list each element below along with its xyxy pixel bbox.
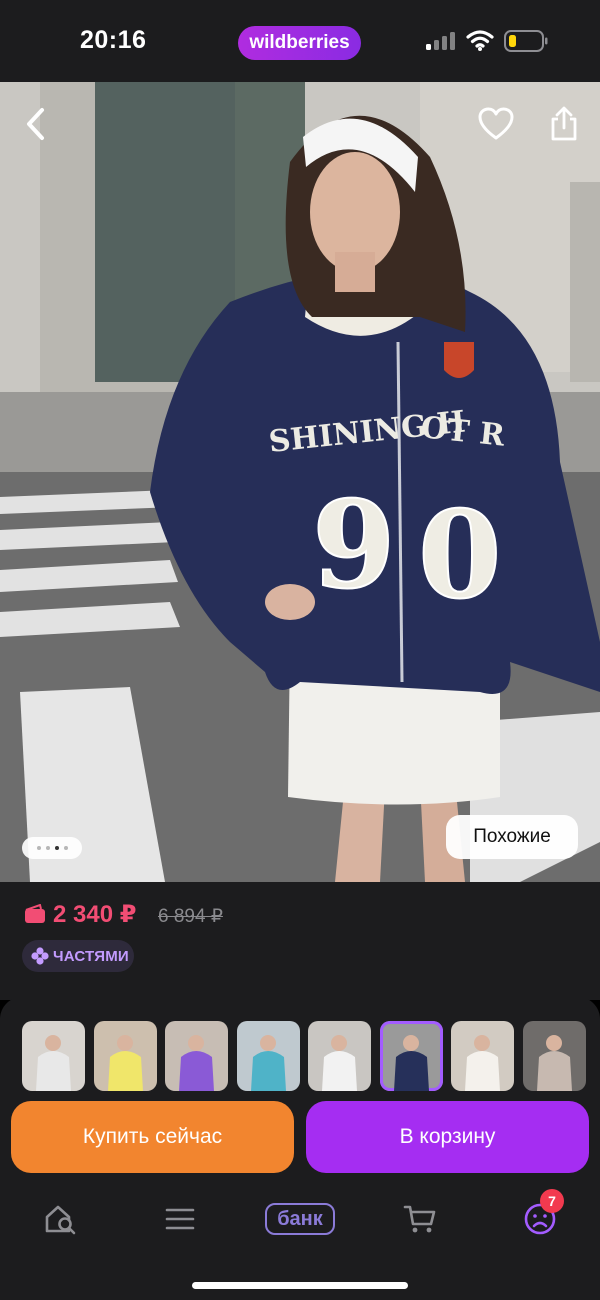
price-block: 2 340 ₽ 6 894 ₽ ЧАСТЯМИ — [0, 882, 600, 1000]
variant-thumbnails[interactable] — [22, 1021, 600, 1091]
profile-notification-badge: 7 — [540, 1189, 564, 1213]
installments-icon — [31, 947, 49, 965]
share-button[interactable] — [542, 102, 586, 146]
variant-thumbnail-selected[interactable] — [379, 1021, 443, 1091]
buy-now-button[interactable]: Купить сейчас — [11, 1101, 294, 1173]
thumbnail-image — [465, 1035, 500, 1091]
thumbnail-image — [393, 1035, 429, 1091]
catalog-menu-icon — [165, 1208, 195, 1230]
status-time: 20:16 — [80, 26, 147, 54]
variant-thumbnail[interactable] — [236, 1021, 300, 1091]
cart-icon — [403, 1205, 436, 1233]
pager-dot — [45, 846, 50, 850]
thumbnail-image — [36, 1035, 71, 1091]
variant-thumbnail[interactable] — [308, 1021, 371, 1091]
pager-dot — [36, 846, 41, 850]
variant-thumbnail[interactable] — [522, 1021, 586, 1091]
variant-thumbnail[interactable] — [451, 1021, 514, 1091]
share-icon — [551, 106, 577, 141]
tab-home[interactable] — [38, 1189, 82, 1249]
thumbnail-image — [179, 1035, 214, 1091]
image-pager[interactable] — [22, 837, 82, 859]
tab-catalog[interactable] — [158, 1189, 202, 1249]
tab-cart[interactable] — [398, 1189, 442, 1249]
current-price: 2 340 ₽ — [53, 901, 137, 928]
add-to-cart-button[interactable]: В корзину — [306, 1101, 589, 1173]
wallet-icon — [25, 904, 45, 923]
pager-dot-active — [54, 846, 59, 850]
product-image[interactable]: SHINING H OT R 9 0 Похожие — [0, 82, 600, 882]
tab-bar: банк 7 — [0, 1189, 600, 1249]
installments-label: ЧАСТЯМИ — [53, 947, 129, 965]
wifi-icon — [466, 30, 494, 51]
thumbnail-image — [322, 1035, 357, 1091]
thumbnail-image — [536, 1035, 572, 1091]
home-search-icon — [45, 1205, 76, 1235]
thumbnail-image — [250, 1035, 286, 1091]
svg-text:9: 9 — [312, 475, 396, 616]
old-price: 6 894 ₽ — [158, 906, 223, 927]
variant-thumbnail[interactable] — [93, 1021, 157, 1091]
thumbnail-image — [107, 1035, 143, 1091]
brand-pill: wildberries — [238, 26, 361, 60]
battery-low-icon — [504, 30, 548, 52]
bottom-sheet: Купить сейчас В корзину банк 7 — [0, 997, 600, 1300]
svg-text:0: 0 — [418, 485, 502, 626]
back-button[interactable] — [14, 102, 58, 146]
variant-thumbnail[interactable] — [22, 1021, 85, 1091]
favorite-button[interactable] — [474, 102, 518, 146]
installments-badge[interactable]: ЧАСТЯМИ — [22, 940, 134, 972]
bank-label: банк — [265, 1203, 335, 1235]
tab-bank[interactable]: банк — [264, 1189, 336, 1249]
home-indicator[interactable] — [192, 1282, 408, 1289]
pager-dot — [63, 846, 68, 850]
signal-icon — [426, 32, 458, 50]
similar-button[interactable]: Похожие — [446, 815, 578, 859]
variant-thumbnail[interactable] — [165, 1021, 228, 1091]
product-photo: SHINING H OT R 9 0 — [0, 82, 600, 882]
heart-icon — [478, 107, 514, 140]
status-bar: 20:16 wildberries — [0, 0, 600, 82]
back-chevron-icon — [27, 108, 44, 140]
